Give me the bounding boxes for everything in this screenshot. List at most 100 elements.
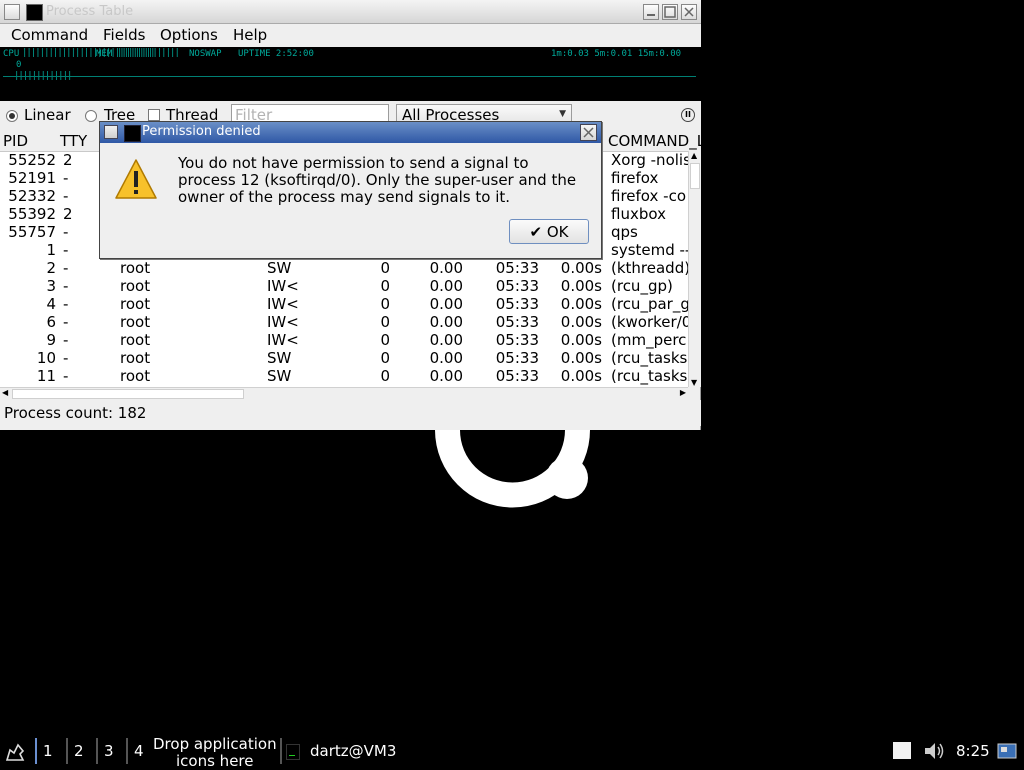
linear-radio[interactable] (6, 110, 18, 122)
start-menu-icon[interactable] (4, 741, 26, 763)
scroll-up-icon[interactable]: ▲ (691, 151, 697, 160)
cell-user: root (120, 367, 151, 385)
workspace-3[interactable]: 3 (104, 742, 114, 760)
status-bar: Process count: 182 (0, 400, 701, 426)
table-row[interactable]: 2- root SW 0 0.00 05:33 0.00s (kthreadd) (0, 259, 691, 277)
vertical-scroll-thumb[interactable] (690, 163, 700, 189)
checkmark-icon: ✔ (529, 222, 543, 241)
dialog-titlebar[interactable]: Permission denied (100, 122, 601, 143)
load-average: 1m:0.03 5m:0.01 15m:0.00 (551, 49, 682, 59)
workspace-1[interactable]: 1 (43, 742, 53, 760)
cell-start: 05:33 (495, 367, 539, 385)
cell-nice: 0 (380, 331, 390, 349)
cell-time: 0.00s (560, 259, 602, 277)
cell-command: (kthreadd) (611, 259, 691, 277)
window-titlebar[interactable]: Process Table (0, 0, 701, 24)
column-pid[interactable]: PID (3, 132, 28, 150)
maximize-button[interactable] (662, 4, 678, 20)
ok-button[interactable]: ✔ OK (509, 219, 589, 244)
table-row[interactable]: 11- root SW 0 0.00 05:33 0.00s (rcu_tasks (0, 367, 688, 385)
maximize-icon (664, 6, 676, 18)
volume-icon[interactable] (923, 741, 945, 761)
desktop-logo (435, 430, 590, 508)
workspace-2[interactable]: 2 (74, 742, 84, 760)
cell-tty: - (63, 169, 69, 187)
horizontal-scroll-thumb[interactable] (12, 389, 244, 399)
cell-cpu: 0.00 (429, 277, 463, 295)
cell-time: 0.00s (560, 349, 602, 367)
graph-baseline (3, 76, 696, 77)
pause-icon[interactable]: II (681, 108, 695, 122)
cell-user: root (120, 259, 151, 277)
scroll-left-icon[interactable]: ◀ (2, 388, 8, 397)
taskbar: 1 2 3 4 Drop application icons here dart… (0, 734, 1024, 770)
table-row[interactable]: 9- root IW< 0 0.00 05:33 0.00s (mm_perc (0, 331, 688, 349)
menu-fields[interactable]: Fields (103, 26, 145, 44)
clock: 8:25 (956, 742, 990, 760)
system-info-bar[interactable]: CPU |||||||||||||||||||||||||||||| MEM |… (0, 47, 701, 101)
table-row[interactable]: 4- root IW< 0 0.00 05:33 0.00s (rcu_par_g (0, 295, 689, 313)
cell-command: (mm_perc (611, 331, 687, 349)
window-menu-button[interactable] (4, 4, 20, 20)
table-row[interactable]: 10- root SW 0 0.00 05:33 0.00s (rcu_tasks (0, 349, 688, 367)
scroll-right-icon[interactable]: ▶ (680, 388, 686, 397)
cell-start: 05:33 (495, 259, 539, 277)
cell-pid: 52191 (8, 169, 56, 187)
cell-user: root (120, 295, 151, 313)
network-icon[interactable] (997, 743, 1017, 759)
notes-icon[interactable] (893, 742, 911, 759)
cell-tty: - (63, 331, 69, 349)
minimize-icon (647, 14, 655, 16)
cell-start: 05:33 (495, 331, 539, 349)
cell-status: IW< (267, 313, 299, 331)
cell-tty: - (63, 349, 69, 367)
mem-label: MEM (96, 49, 113, 59)
cell-start: 05:33 (495, 277, 539, 295)
cpu-label: CPU (3, 49, 20, 59)
cell-command: Xorg -nolis (611, 151, 691, 169)
workspace-4[interactable]: 4 (134, 742, 144, 760)
cell-status: IW< (267, 295, 299, 313)
cell-user: root (120, 313, 151, 331)
close-icon (583, 127, 594, 138)
cell-status: IW< (267, 277, 299, 295)
cell-pid: 3 (46, 277, 56, 295)
task-button-label[interactable]: dartz@VM3 (310, 742, 396, 760)
thread-checkbox[interactable] (148, 109, 160, 121)
dialog-menu-button[interactable] (104, 125, 118, 139)
cell-status: SW (267, 259, 292, 277)
uptime-label: UPTIME 2:52:00 (238, 49, 314, 59)
tree-radio[interactable] (85, 110, 97, 122)
dialog-title: Permission denied (142, 124, 261, 139)
mem-meter: |||||||||||||| (117, 48, 180, 58)
column-tty[interactable]: TTY (60, 132, 87, 150)
table-row[interactable]: 3- root IW< 0 0.00 05:33 0.00s (rcu_gp) (0, 277, 688, 295)
cell-time: 0.00s (560, 313, 602, 331)
close-icon (684, 7, 694, 17)
menu-command[interactable]: Command (11, 26, 88, 44)
cell-user: root (120, 349, 151, 367)
linear-label: Linear (24, 106, 71, 124)
cell-command: firefox -co (611, 187, 686, 205)
scroll-down-icon[interactable]: ▼ (691, 378, 697, 387)
menu-options[interactable]: Options (160, 26, 218, 44)
cell-command: systemd -- (611, 241, 691, 259)
cell-tty: - (63, 187, 69, 205)
cell-pid: 1 (46, 241, 56, 259)
table-row[interactable]: 6- root IW< 0 0.00 05:33 0.00s (kworker/0 (0, 313, 691, 331)
cell-status: IW< (267, 331, 299, 349)
cell-tty: - (63, 367, 69, 385)
launcher-drop-hint-line1: Drop application (153, 735, 277, 753)
cell-tty: - (63, 295, 69, 313)
cell-pid: 9 (46, 331, 56, 349)
minimize-button[interactable] (643, 4, 659, 20)
cell-tty: 2 (63, 151, 73, 169)
dialog-close-button[interactable] (580, 124, 597, 141)
close-button[interactable] (681, 4, 697, 20)
cell-time: 0.00s (560, 367, 602, 385)
menu-help[interactable]: Help (233, 26, 267, 44)
cell-user: root (120, 331, 151, 349)
column-command[interactable]: COMMAND_L (608, 132, 701, 150)
vertical-scrollbar[interactable]: ▲ ▼ (688, 151, 701, 387)
horizontal-scrollbar[interactable]: ◀ ▶ (0, 387, 688, 400)
